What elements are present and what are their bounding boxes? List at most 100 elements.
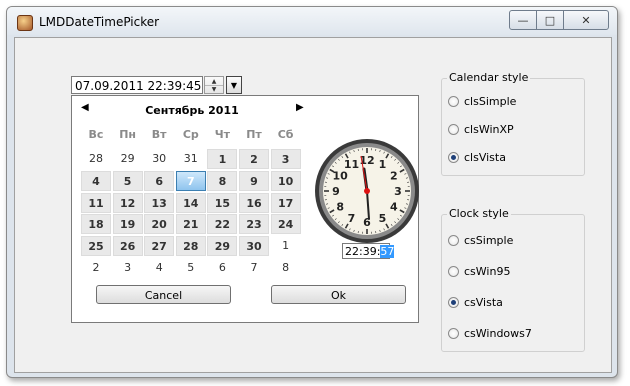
- calendar-day[interactable]: 26: [112, 236, 143, 257]
- calendar-day[interactable]: 28: [81, 149, 111, 169]
- radio-option-clsWinXP[interactable]: clsWinXP: [448, 123, 514, 136]
- clock-number: 5: [379, 212, 387, 225]
- weekday-header: Ср: [182, 128, 199, 141]
- radio-label: clsWinXP: [464, 123, 514, 136]
- title-bar[interactable]: LMDDateTimePicker — □ ✕: [7, 7, 617, 35]
- clock-number: 8: [336, 201, 344, 214]
- radio-label: csWindows7: [464, 327, 532, 340]
- clock-number: 4: [390, 201, 398, 214]
- radio-button[interactable]: [448, 266, 459, 277]
- spin-down-icon[interactable]: ▼: [205, 85, 223, 93]
- time-field[interactable]: 22:39:57: [342, 243, 395, 259]
- client-area: 07.09.2011 22:39:45 ▲ ▼ ▼ ◀ Сентябрь 201…: [14, 37, 612, 373]
- calendar-style-group: Calendar style clsSimple clsWinXP clsVista: [441, 71, 585, 176]
- calendar-day[interactable]: 6: [144, 170, 175, 191]
- calendar-day[interactable]: 30: [144, 149, 174, 169]
- radio-button[interactable]: [448, 152, 459, 163]
- clock-number: 7: [348, 212, 356, 225]
- calendar-day[interactable]: 6: [207, 258, 237, 278]
- calendar-day[interactable]: 10: [270, 170, 301, 191]
- radio-label: csVista: [464, 296, 503, 309]
- calendar-day[interactable]: 18: [81, 214, 111, 235]
- radio-label: clsVista: [464, 151, 506, 164]
- calendar-popup: ◀ Сентябрь 2011 ▶ Вс Пн Вт Ср Чт Пт Сб 28 29 30 3…: [71, 95, 419, 323]
- calendar-day[interactable]: 7: [175, 170, 206, 191]
- calendar-style-title: Calendar style: [447, 71, 531, 84]
- calendar-day[interactable]: 22: [207, 214, 238, 235]
- radio-label: clsSimple: [464, 95, 517, 108]
- radio-option-csVista[interactable]: csVista: [448, 296, 503, 309]
- next-month-icon[interactable]: ▶: [296, 102, 304, 113]
- calendar-day[interactable]: 24: [270, 214, 301, 235]
- calendar-day[interactable]: 1: [207, 149, 238, 169]
- radio-option-csWin95[interactable]: csWin95: [448, 265, 510, 278]
- clock-number: 11: [344, 158, 359, 171]
- calendar-day[interactable]: 4: [144, 258, 174, 278]
- calendar-day[interactable]: 3: [270, 149, 301, 169]
- calendar-day[interactable]: 4: [81, 170, 111, 191]
- calendar-day[interactable]: 9: [239, 170, 269, 191]
- datetime-spinner[interactable]: ▲ ▼: [204, 76, 224, 94]
- calendar-day[interactable]: 12: [112, 192, 143, 213]
- maximize-button[interactable]: □: [536, 10, 564, 30]
- calendar-day[interactable]: 25: [81, 236, 111, 257]
- calendar-day[interactable]: 13: [144, 192, 175, 213]
- dropdown-button[interactable]: ▼: [226, 76, 242, 94]
- weekday-header: Вт: [151, 128, 167, 141]
- close-button[interactable]: ✕: [563, 10, 609, 30]
- clock-number: 9: [332, 185, 340, 198]
- app-icon: [17, 15, 33, 31]
- calendar-day[interactable]: 19: [112, 214, 143, 235]
- calendar-day[interactable]: 31: [176, 149, 206, 169]
- calendar-day[interactable]: 23: [239, 214, 269, 235]
- window-title: LMDDateTimePicker: [39, 15, 160, 29]
- minimize-button[interactable]: —: [509, 10, 537, 30]
- calendar-day[interactable]: 15: [207, 192, 238, 213]
- calendar-day[interactable]: 7: [239, 258, 269, 278]
- clock-number: 2: [390, 170, 398, 183]
- calendar-day[interactable]: 5: [176, 258, 206, 278]
- radio-button[interactable]: [448, 235, 459, 246]
- calendar-day[interactable]: 14: [175, 192, 206, 213]
- calendar-day[interactable]: 17: [270, 192, 301, 213]
- calendar-day[interactable]: 29: [113, 149, 143, 169]
- calendar-day[interactable]: 2: [239, 149, 269, 169]
- calendar-day[interactable]: 2: [81, 258, 111, 278]
- clock-style-group: Clock style csSimple csWin95 csVista csWind…: [441, 207, 585, 352]
- radio-option-csWindows7[interactable]: csWindows7: [448, 327, 532, 340]
- radio-option-clsVista[interactable]: clsVista: [448, 151, 506, 164]
- radio-option-csSimple[interactable]: csSimple: [448, 234, 513, 247]
- radio-button[interactable]: [448, 297, 459, 308]
- datetime-field[interactable]: 07.09.2011 22:39:45: [71, 76, 203, 94]
- calendar-day[interactable]: 3: [113, 258, 143, 278]
- calendar-day[interactable]: 29: [207, 236, 238, 257]
- clock-number: 1: [379, 158, 387, 171]
- clock-number: 3: [394, 185, 402, 198]
- weekday-header: Чт: [214, 128, 231, 141]
- calendar-day[interactable]: 20: [144, 214, 175, 235]
- radio-button[interactable]: [448, 124, 459, 135]
- calendar-day[interactable]: 21: [175, 214, 206, 235]
- clock-number: 6: [363, 216, 371, 229]
- radio-button[interactable]: [448, 328, 459, 339]
- analog-clock: 12 1234567891011: [315, 139, 419, 243]
- ok-button[interactable]: Ok: [271, 285, 406, 304]
- calendar-day[interactable]: 11: [81, 192, 111, 213]
- calendar-day[interactable]: 5: [112, 170, 143, 191]
- calendar-day[interactable]: 8: [271, 258, 301, 278]
- calendar-day[interactable]: 27: [144, 236, 175, 257]
- calendar-day[interactable]: 30: [239, 236, 269, 257]
- calendar-day[interactable]: 1: [271, 236, 301, 256]
- calendar-day[interactable]: 28: [175, 236, 206, 257]
- cancel-button[interactable]: Cancel: [96, 285, 231, 304]
- radio-button[interactable]: [448, 96, 459, 107]
- radio-label: csSimple: [464, 234, 514, 247]
- calendar-day[interactable]: 16: [239, 192, 269, 213]
- app-window: LMDDateTimePicker — □ ✕ 07.09.2011 22:39…: [6, 6, 618, 378]
- clock-number: 10: [332, 170, 348, 183]
- weekday-header: Вс: [88, 128, 104, 141]
- weekday-header: Сб: [277, 128, 294, 141]
- radio-label: csWin95: [464, 265, 511, 278]
- radio-option-clsSimple[interactable]: clsSimple: [448, 95, 516, 108]
- calendar-day[interactable]: 8: [207, 170, 238, 191]
